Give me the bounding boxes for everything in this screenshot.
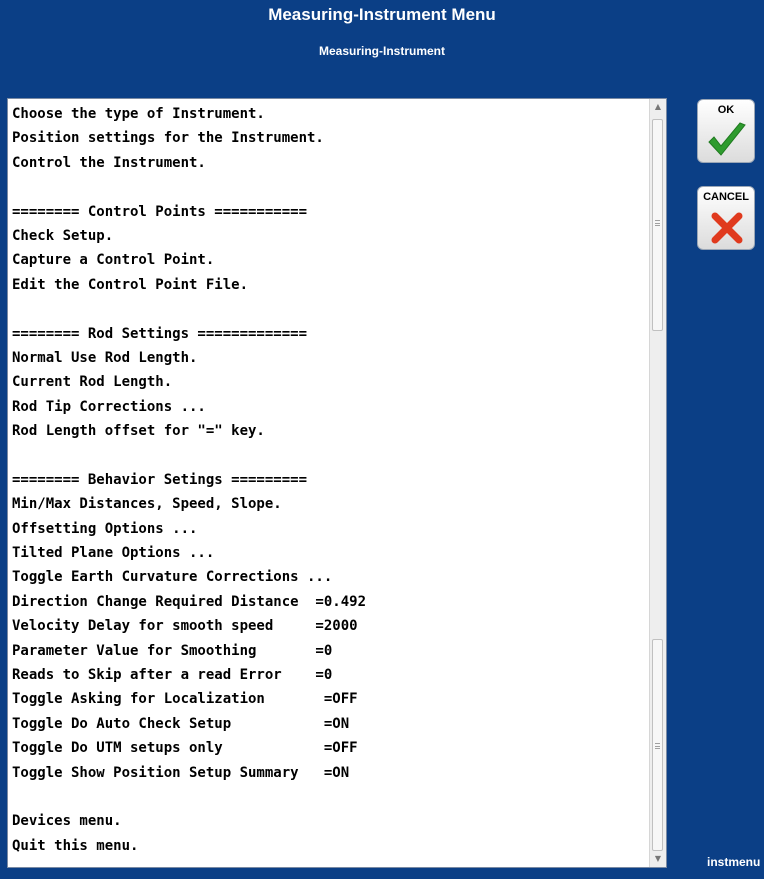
- menu-item[interactable]: Toggle Show Position Setup Summary =ON: [12, 761, 366, 785]
- menu-item[interactable]: Control the Instrument.: [12, 151, 366, 175]
- cancel-button[interactable]: CANCEL: [697, 186, 755, 250]
- grip-icon: [655, 743, 660, 749]
- menu-item[interactable]: Rod Length offset for "=" key.: [12, 419, 366, 443]
- scroll-thumb-upper[interactable]: [652, 119, 663, 331]
- window-title: Measuring-Instrument Menu: [268, 5, 496, 24]
- scroll-up-arrow-icon[interactable]: ▲: [650, 99, 666, 115]
- menu-item[interactable]: Velocity Delay for smooth speed =2000: [12, 614, 366, 638]
- ok-button-label: OK: [717, 104, 735, 116]
- menu-item[interactable]: Tilted Plane Options ...: [12, 541, 366, 565]
- checkmark-icon: [708, 122, 746, 156]
- x-icon: [711, 212, 743, 244]
- menu-list[interactable]: Choose the type of Instrument. Position s…: [12, 102, 366, 858]
- menu-item[interactable]: Offsetting Options ...: [12, 517, 366, 541]
- menu-item[interactable]: Choose the type of Instrument.: [12, 102, 366, 126]
- vertical-scrollbar[interactable]: ▲ ▼: [649, 99, 666, 867]
- menu-spacer: [12, 297, 366, 321]
- menu-item[interactable]: ======== Behavior Setings =========: [12, 468, 366, 492]
- menu-item[interactable]: Normal Use Rod Length.: [12, 346, 366, 370]
- menu-item[interactable]: Check Setup.: [12, 224, 366, 248]
- ok-button[interactable]: OK: [697, 99, 755, 163]
- scroll-thumb-lower[interactable]: [652, 639, 663, 851]
- menu-item[interactable]: Toggle Do UTM setups only =OFF: [12, 736, 366, 760]
- menu-item[interactable]: ======== Control Points ===========: [12, 200, 366, 224]
- scroll-down-arrow-icon[interactable]: ▼: [650, 851, 666, 867]
- footer-label: instmenu: [707, 855, 761, 869]
- menu-item[interactable]: Toggle Do Auto Check Setup =ON: [12, 712, 366, 736]
- menu-spacer: [12, 175, 366, 199]
- menu-item[interactable]: Capture a Control Point.: [12, 248, 366, 272]
- menu-list-panel[interactable]: Choose the type of Instrument. Position s…: [7, 98, 667, 868]
- menu-item[interactable]: Rod Tip Corrections ...: [12, 395, 366, 419]
- menu-spacer: [12, 785, 366, 809]
- menu-item[interactable]: Toggle Earth Curvature Corrections ...: [12, 565, 366, 589]
- menu-item[interactable]: Direction Change Required Distance =0.49…: [12, 590, 366, 614]
- menu-item[interactable]: ======== Rod Settings =============: [12, 322, 366, 346]
- cancel-button-label: CANCEL: [703, 191, 749, 203]
- menu-item[interactable]: Toggle Asking for Localization =OFF: [12, 687, 366, 711]
- window-subtitle: Measuring-Instrument: [318, 44, 445, 58]
- menu-item[interactable]: Position settings for the Instrument.: [12, 126, 366, 150]
- menu-item[interactable]: Reads to Skip after a read Error =0: [12, 663, 366, 687]
- menu-item[interactable]: Min/Max Distances, Speed, Slope.: [12, 492, 366, 516]
- grip-icon: [655, 220, 660, 226]
- menu-item[interactable]: Devices menu.: [12, 809, 366, 833]
- menu-spacer: [12, 443, 366, 467]
- menu-item[interactable]: Current Rod Length.: [12, 370, 366, 394]
- menu-item[interactable]: Quit this menu.: [12, 834, 366, 858]
- menu-item[interactable]: Parameter Value for Smoothing =0: [12, 639, 366, 663]
- menu-item[interactable]: Edit the Control Point File.: [12, 273, 366, 297]
